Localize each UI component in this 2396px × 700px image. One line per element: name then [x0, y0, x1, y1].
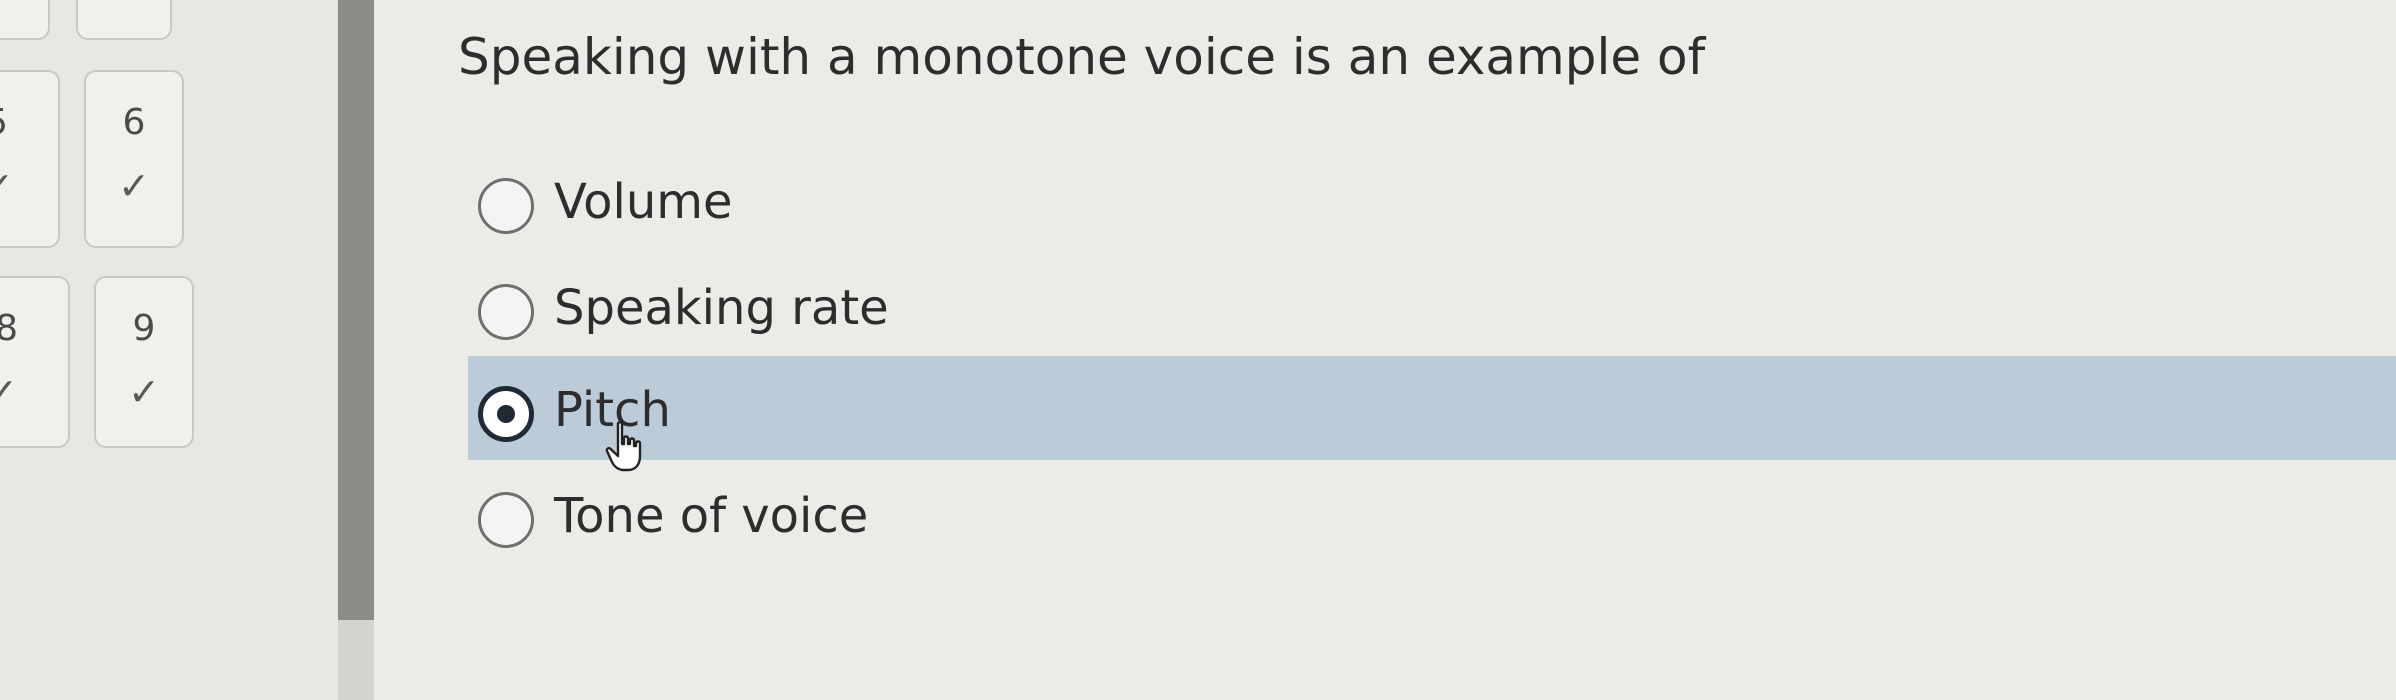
check-icon: ✓ — [0, 370, 18, 414]
question-number: 9 — [132, 308, 156, 349]
question-tile-5[interactable]: 5 ✓ — [0, 70, 60, 248]
answer-label[interactable]: Speaking rate — [554, 280, 889, 336]
answer-label[interactable]: Tone of voice — [554, 488, 868, 544]
answer-option-speaking-rate[interactable]: Speaking rate — [468, 254, 2396, 358]
panel-divider-bottom — [338, 620, 374, 700]
hand-pointer-icon — [605, 421, 642, 472]
radio-dot-icon — [497, 405, 515, 423]
check-icon: ✓ — [128, 370, 160, 414]
question-number: 5 — [0, 102, 58, 143]
answer-option-volume[interactable]: Volume — [468, 148, 2396, 252]
radio-button[interactable] — [478, 284, 534, 340]
question-tile-top-right[interactable] — [76, 0, 172, 40]
question-tile-8[interactable]: 8 ✓ — [0, 276, 70, 448]
question-tile-9[interactable]: 9 ✓ — [94, 276, 194, 448]
radio-button[interactable] — [478, 492, 534, 548]
answer-label[interactable]: Volume — [554, 174, 733, 230]
radio-button[interactable] — [478, 178, 534, 234]
panel-divider — [338, 0, 374, 620]
question-number: 6 — [122, 102, 146, 143]
answer-option-tone-of-voice[interactable]: Tone of voice — [468, 462, 2396, 566]
radio-button-checked[interactable] — [478, 386, 534, 442]
question-navigator: 5 ✓ 6 ✓ 8 ✓ 9 ✓ — [0, 0, 338, 700]
question-tile-6[interactable]: 6 ✓ — [84, 70, 184, 248]
check-icon: ✓ — [118, 164, 150, 208]
check-icon: ✓ — [0, 164, 58, 208]
question-tile-top-left[interactable] — [0, 0, 50, 40]
question-number: 8 — [0, 308, 18, 349]
question-text: Speaking with a monotone voice is an exa… — [458, 28, 1706, 86]
answer-option-pitch[interactable]: Pitch — [468, 356, 2396, 460]
